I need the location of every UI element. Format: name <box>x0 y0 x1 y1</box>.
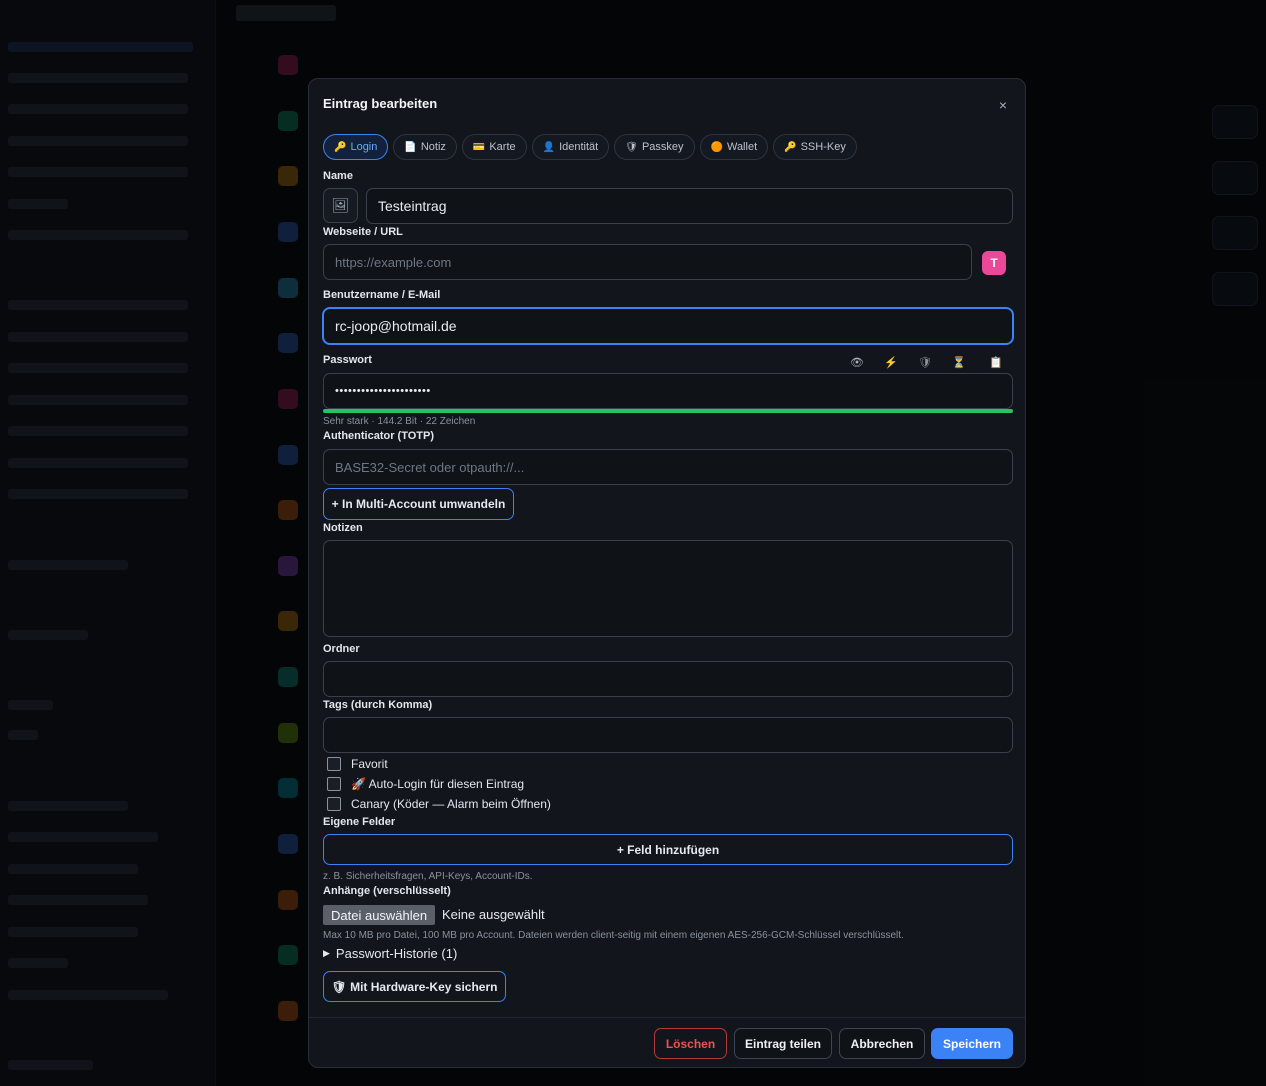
favorite-label: Favorit <box>351 757 388 771</box>
cancel-button[interactable]: Abbrechen <box>839 1028 925 1059</box>
custom-fields-label: Eigene Felder <box>323 816 396 828</box>
footer-divider <box>309 1017 1025 1018</box>
folder-label: Ordner <box>323 643 360 655</box>
custom-fields-hint: z. B. Sicherheitsfragen, API-Keys, Accou… <box>323 871 533 882</box>
password-strength-bar <box>323 409 1013 413</box>
credit-card-icon: 💳 <box>472 141 486 153</box>
person-icon: 👤 <box>542 141 556 153</box>
favicon-picker-icon[interactable]: 🖼 <box>323 188 358 223</box>
clipboard-icon[interactable]: 📋 <box>989 355 1003 369</box>
eye-icon[interactable]: 👁 <box>850 355 864 369</box>
tab-label: Passkey <box>641 141 684 153</box>
password-strength-text: Sehr stark · 144.2 Bit · 22 Zeichen <box>323 416 476 427</box>
canary-checkbox[interactable] <box>327 797 341 811</box>
tab-passkey[interactable]: 🛡 Passkey <box>614 134 695 160</box>
entry-type-tabs: 🔑 Login 📄 Notiz 💳 Karte 👤 Identität 🛡 Passkey… <box>323 134 857 160</box>
tags-label: Tags (durch Komma) <box>323 699 433 711</box>
save-button[interactable]: Speichern <box>931 1028 1013 1059</box>
hourglass-icon[interactable]: ⏳ <box>952 355 966 369</box>
password-history-label: Passwort-Historie (1) <box>335 946 458 961</box>
tab-note[interactable]: 📄 Notiz <box>393 134 457 160</box>
document-icon: 📄 <box>404 141 417 153</box>
notes-label: Notizen <box>323 522 363 534</box>
totp-label: Authenticator (TOTP) <box>323 430 435 442</box>
favorite-checkbox-row[interactable]: Favorit <box>327 757 388 771</box>
key-icon: 🔑 <box>334 141 347 153</box>
tab-label: SSH-Key <box>800 141 846 153</box>
tab-identity[interactable]: 👤 Identität <box>531 134 610 160</box>
close-icon[interactable]: × <box>995 97 1011 113</box>
folder-input[interactable] <box>323 661 1013 697</box>
tab-label: Login <box>350 141 378 153</box>
password-label: Passwort <box>323 354 372 366</box>
add-field-button[interactable]: + Feld hinzufügen <box>323 834 1013 865</box>
multi-account-button[interactable]: + In Multi-Account umwandeln <box>323 488 514 520</box>
attachments-hint: Max 10 MB pro Datei, 100 MB pro Account.… <box>323 930 904 941</box>
tab-label: Wallet <box>726 141 758 153</box>
shield-icon: 🛡 <box>625 141 638 153</box>
auto-login-checkbox[interactable] <box>327 777 341 791</box>
password-input[interactable]: •••••••••••••••••••••• <box>323 373 1013 409</box>
auto-login-checkbox-row[interactable]: 🚀 Auto-Login für diesen Eintrag <box>327 777 524 791</box>
tab-login[interactable]: 🔑 Login <box>323 134 389 160</box>
password-history-toggle[interactable]: ▶ Passwort-Historie (1) <box>323 946 457 961</box>
attachments-label: Anhänge (verschlüsselt) <box>323 885 451 897</box>
coin-icon: 🟠 <box>710 141 723 153</box>
auto-login-label: 🚀 Auto-Login für diesen Eintrag <box>351 777 525 791</box>
site-avatar: T <box>982 251 1006 275</box>
tab-card[interactable]: 💳 Karte <box>461 134 527 160</box>
shield-icon[interactable]: 🛡 <box>918 355 932 369</box>
canary-checkbox-row[interactable]: Canary (Köder — Alarm beim Öffnen) <box>327 797 551 811</box>
hardware-key-button[interactable]: 🛡 Mit Hardware-Key sichern <box>323 971 506 1002</box>
tab-label: Notiz <box>420 141 446 153</box>
share-entry-button[interactable]: Eintrag teilen <box>734 1028 832 1059</box>
lightning-icon[interactable]: ⚡ <box>884 355 898 369</box>
modal-title: Eintrag bearbeiten <box>323 96 438 111</box>
tab-wallet[interactable]: 🟠 Wallet <box>699 134 769 160</box>
delete-button[interactable]: Löschen <box>654 1028 727 1059</box>
favorite-checkbox[interactable] <box>327 757 341 771</box>
canary-label: Canary (Köder — Alarm beim Öffnen) <box>351 797 551 811</box>
totp-input[interactable]: BASE32-Secret oder otpauth://... <box>323 449 1013 485</box>
triangle-right-icon: ▶ <box>323 948 330 958</box>
name-label: Name <box>323 170 353 182</box>
tags-input[interactable] <box>323 717 1013 753</box>
edit-entry-modal: Eintrag bearbeiten × 🔑 Login 📄 Notiz 💳 Kart… <box>308 78 1026 1068</box>
tab-label: Identität <box>559 141 599 153</box>
tab-label: Karte <box>489 141 516 153</box>
no-file-text: Keine ausgewählt <box>442 907 545 922</box>
url-input[interactable]: https://example.com <box>323 244 972 280</box>
username-label: Benutzername / E-Mail <box>323 289 441 301</box>
choose-file-button[interactable]: Datei auswählen <box>323 905 436 925</box>
notes-textarea[interactable] <box>323 540 1013 637</box>
url-label: Webseite / URL <box>323 226 403 238</box>
name-input[interactable]: Testeintrag <box>366 188 1013 224</box>
tab-ssh-key[interactable]: 🔑 SSH-Key <box>773 134 857 160</box>
key-icon: 🔑 <box>784 141 797 153</box>
username-input[interactable]: rc-joop@hotmail.de <box>323 308 1013 344</box>
